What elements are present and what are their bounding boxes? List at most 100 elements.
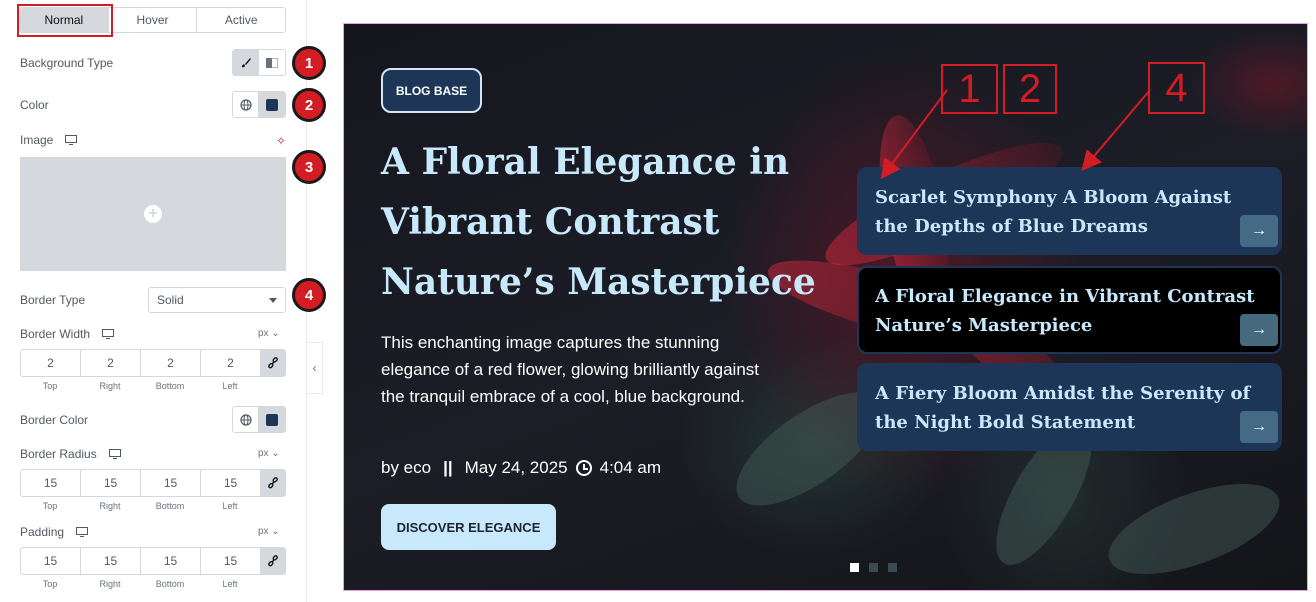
annotation-badge-3: 3 xyxy=(292,150,326,184)
border-width-inputs: 2 2 2 2 xyxy=(20,349,286,377)
border-width-unit[interactable]: px ⌄ xyxy=(258,328,280,339)
card-title: Scarlet Symphony A Bloom Against the Dep… xyxy=(875,187,1232,237)
unit-text: px xyxy=(258,526,269,537)
pagination-dots xyxy=(850,563,897,572)
annotation-box-1: 1 xyxy=(941,64,998,114)
link-icon[interactable] xyxy=(261,548,285,574)
border-width-bottom[interactable]: 2 xyxy=(141,350,201,376)
border-type-select[interactable]: Solid xyxy=(148,287,286,313)
pagination-dot[interactable] xyxy=(888,563,897,572)
background-type-group xyxy=(232,49,286,76)
slide-thumb-card[interactable]: Scarlet Symphony A Bloom Against the Dep… xyxy=(857,167,1282,255)
post-meta: by eco || May 24, 2025 4:04 am xyxy=(381,458,661,478)
tab-highlight-box xyxy=(17,4,113,37)
border-width-label: Border Width xyxy=(20,327,115,341)
border-radius-inputs: 15 15 15 15 xyxy=(20,469,286,497)
tab-active[interactable]: Active xyxy=(197,8,285,32)
border-color-swatch[interactable] xyxy=(259,407,285,432)
annotation-badge-2: 2 xyxy=(292,88,326,122)
desktop-icon[interactable] xyxy=(65,135,78,145)
border-radius-bottom[interactable]: 15 xyxy=(141,470,201,496)
border-width-sublabels: Top Right Bottom Left xyxy=(20,381,260,391)
discover-button[interactable]: DISCOVER ELEGANCE xyxy=(381,504,556,550)
globe-icon[interactable] xyxy=(233,92,259,117)
chevron-left-icon: ‹ xyxy=(312,361,317,375)
border-type-value: Solid xyxy=(157,293,184,307)
annotation-badge-1: 1 xyxy=(292,46,326,80)
link-icon[interactable] xyxy=(261,350,285,376)
border-color-group xyxy=(232,406,286,433)
chevron-down-icon xyxy=(269,297,277,303)
ai-sparkle-icon[interactable]: ✧ xyxy=(276,134,286,148)
border-color-fill xyxy=(266,413,278,426)
dim-label-bottom: Bottom xyxy=(155,501,185,511)
dim-label-left: Left xyxy=(222,501,238,511)
arrow-right-icon[interactable]: → xyxy=(1240,215,1278,247)
padding-text: Padding xyxy=(20,525,65,539)
padding-unit[interactable]: px ⌄ xyxy=(258,526,280,537)
pagination-dot[interactable] xyxy=(869,563,878,572)
clock-icon xyxy=(575,460,592,476)
border-radius-left[interactable]: 15 xyxy=(201,470,261,496)
image-upload-area[interactable]: + xyxy=(20,157,286,271)
image-text: Image xyxy=(20,133,54,147)
annotation-box-4: 4 xyxy=(1148,62,1205,114)
category-badge[interactable]: BLOG BASE xyxy=(381,68,482,113)
link-icon[interactable] xyxy=(261,470,285,496)
desktop-icon[interactable] xyxy=(102,329,115,339)
hero-description: This enchanting image captures the stunn… xyxy=(381,333,760,406)
background-type-label: Background Type xyxy=(20,56,113,70)
padding-inputs: 15 15 15 15 xyxy=(20,547,286,575)
desktop-icon[interactable] xyxy=(108,449,121,459)
background-type-text: Background Type xyxy=(20,56,114,70)
padding-bottom[interactable]: 15 xyxy=(141,548,201,574)
border-width-left[interactable]: 2 xyxy=(201,350,261,376)
brush-icon[interactable] xyxy=(233,50,259,75)
arrow-right-icon[interactable]: → xyxy=(1240,411,1278,443)
border-radius-label: Border Radius xyxy=(20,447,121,461)
arrow-right-icon[interactable]: → xyxy=(1240,314,1278,346)
pagination-dot[interactable] xyxy=(850,563,859,572)
color-swatch-fill xyxy=(266,98,278,111)
border-radius-right[interactable]: 15 xyxy=(81,470,141,496)
tab-hover[interactable]: Hover xyxy=(109,8,198,32)
gradient-icon[interactable] xyxy=(259,50,285,75)
color-group xyxy=(232,91,286,118)
unit-text: px xyxy=(258,448,269,459)
border-width-top[interactable]: 2 xyxy=(21,350,81,376)
border-type-label: Border Type xyxy=(20,293,85,307)
border-radius-top[interactable]: 15 xyxy=(21,470,81,496)
slide-thumb-card-active[interactable]: A Floral Elegance in Vibrant Contrast Na… xyxy=(857,266,1282,354)
padding-top[interactable]: 15 xyxy=(21,548,81,574)
globe-icon[interactable] xyxy=(233,407,259,432)
dim-label-top: Top xyxy=(42,381,58,391)
color-swatch[interactable] xyxy=(259,92,285,117)
border-radius-sublabels: Top Right Bottom Left xyxy=(20,501,260,511)
border-radius-unit[interactable]: px ⌄ xyxy=(258,448,280,459)
unit-text: px xyxy=(258,328,269,339)
dim-label-right: Right xyxy=(99,381,121,391)
slide-thumb-card[interactable]: A Fiery Bloom Amidst the Serenity of the… xyxy=(857,363,1282,451)
padding-label: Padding xyxy=(20,525,89,539)
slider-preview: BLOG BASE A Floral Elegance in Vibrant C… xyxy=(343,23,1308,591)
annotation-box-2: 2 xyxy=(1003,64,1057,114)
border-type-text: Border Type xyxy=(20,293,86,307)
meta-separator: || xyxy=(443,458,453,477)
border-width-right[interactable]: 2 xyxy=(81,350,141,376)
dim-label-bottom: Bottom xyxy=(155,579,185,589)
dim-label-top: Top xyxy=(42,579,58,589)
add-image-icon[interactable]: + xyxy=(144,205,162,223)
border-width-text: Border Width xyxy=(20,327,91,341)
desktop-icon[interactable] xyxy=(76,527,89,537)
post-time: 4:04 am xyxy=(599,458,662,477)
padding-left[interactable]: 15 xyxy=(201,548,261,574)
hero-title[interactable]: A Floral Elegance in Vibrant Contrast Na… xyxy=(381,132,831,312)
collapse-panel-button[interactable]: ‹ xyxy=(307,342,323,394)
leaf-shape xyxy=(1097,465,1291,590)
border-color-text: Border Color xyxy=(20,413,89,427)
image-label: Image xyxy=(20,133,78,147)
post-author[interactable]: by eco xyxy=(381,458,431,478)
border-radius-text: Border Radius xyxy=(20,447,97,461)
padding-right[interactable]: 15 xyxy=(81,548,141,574)
dim-label-bottom: Bottom xyxy=(155,381,185,391)
